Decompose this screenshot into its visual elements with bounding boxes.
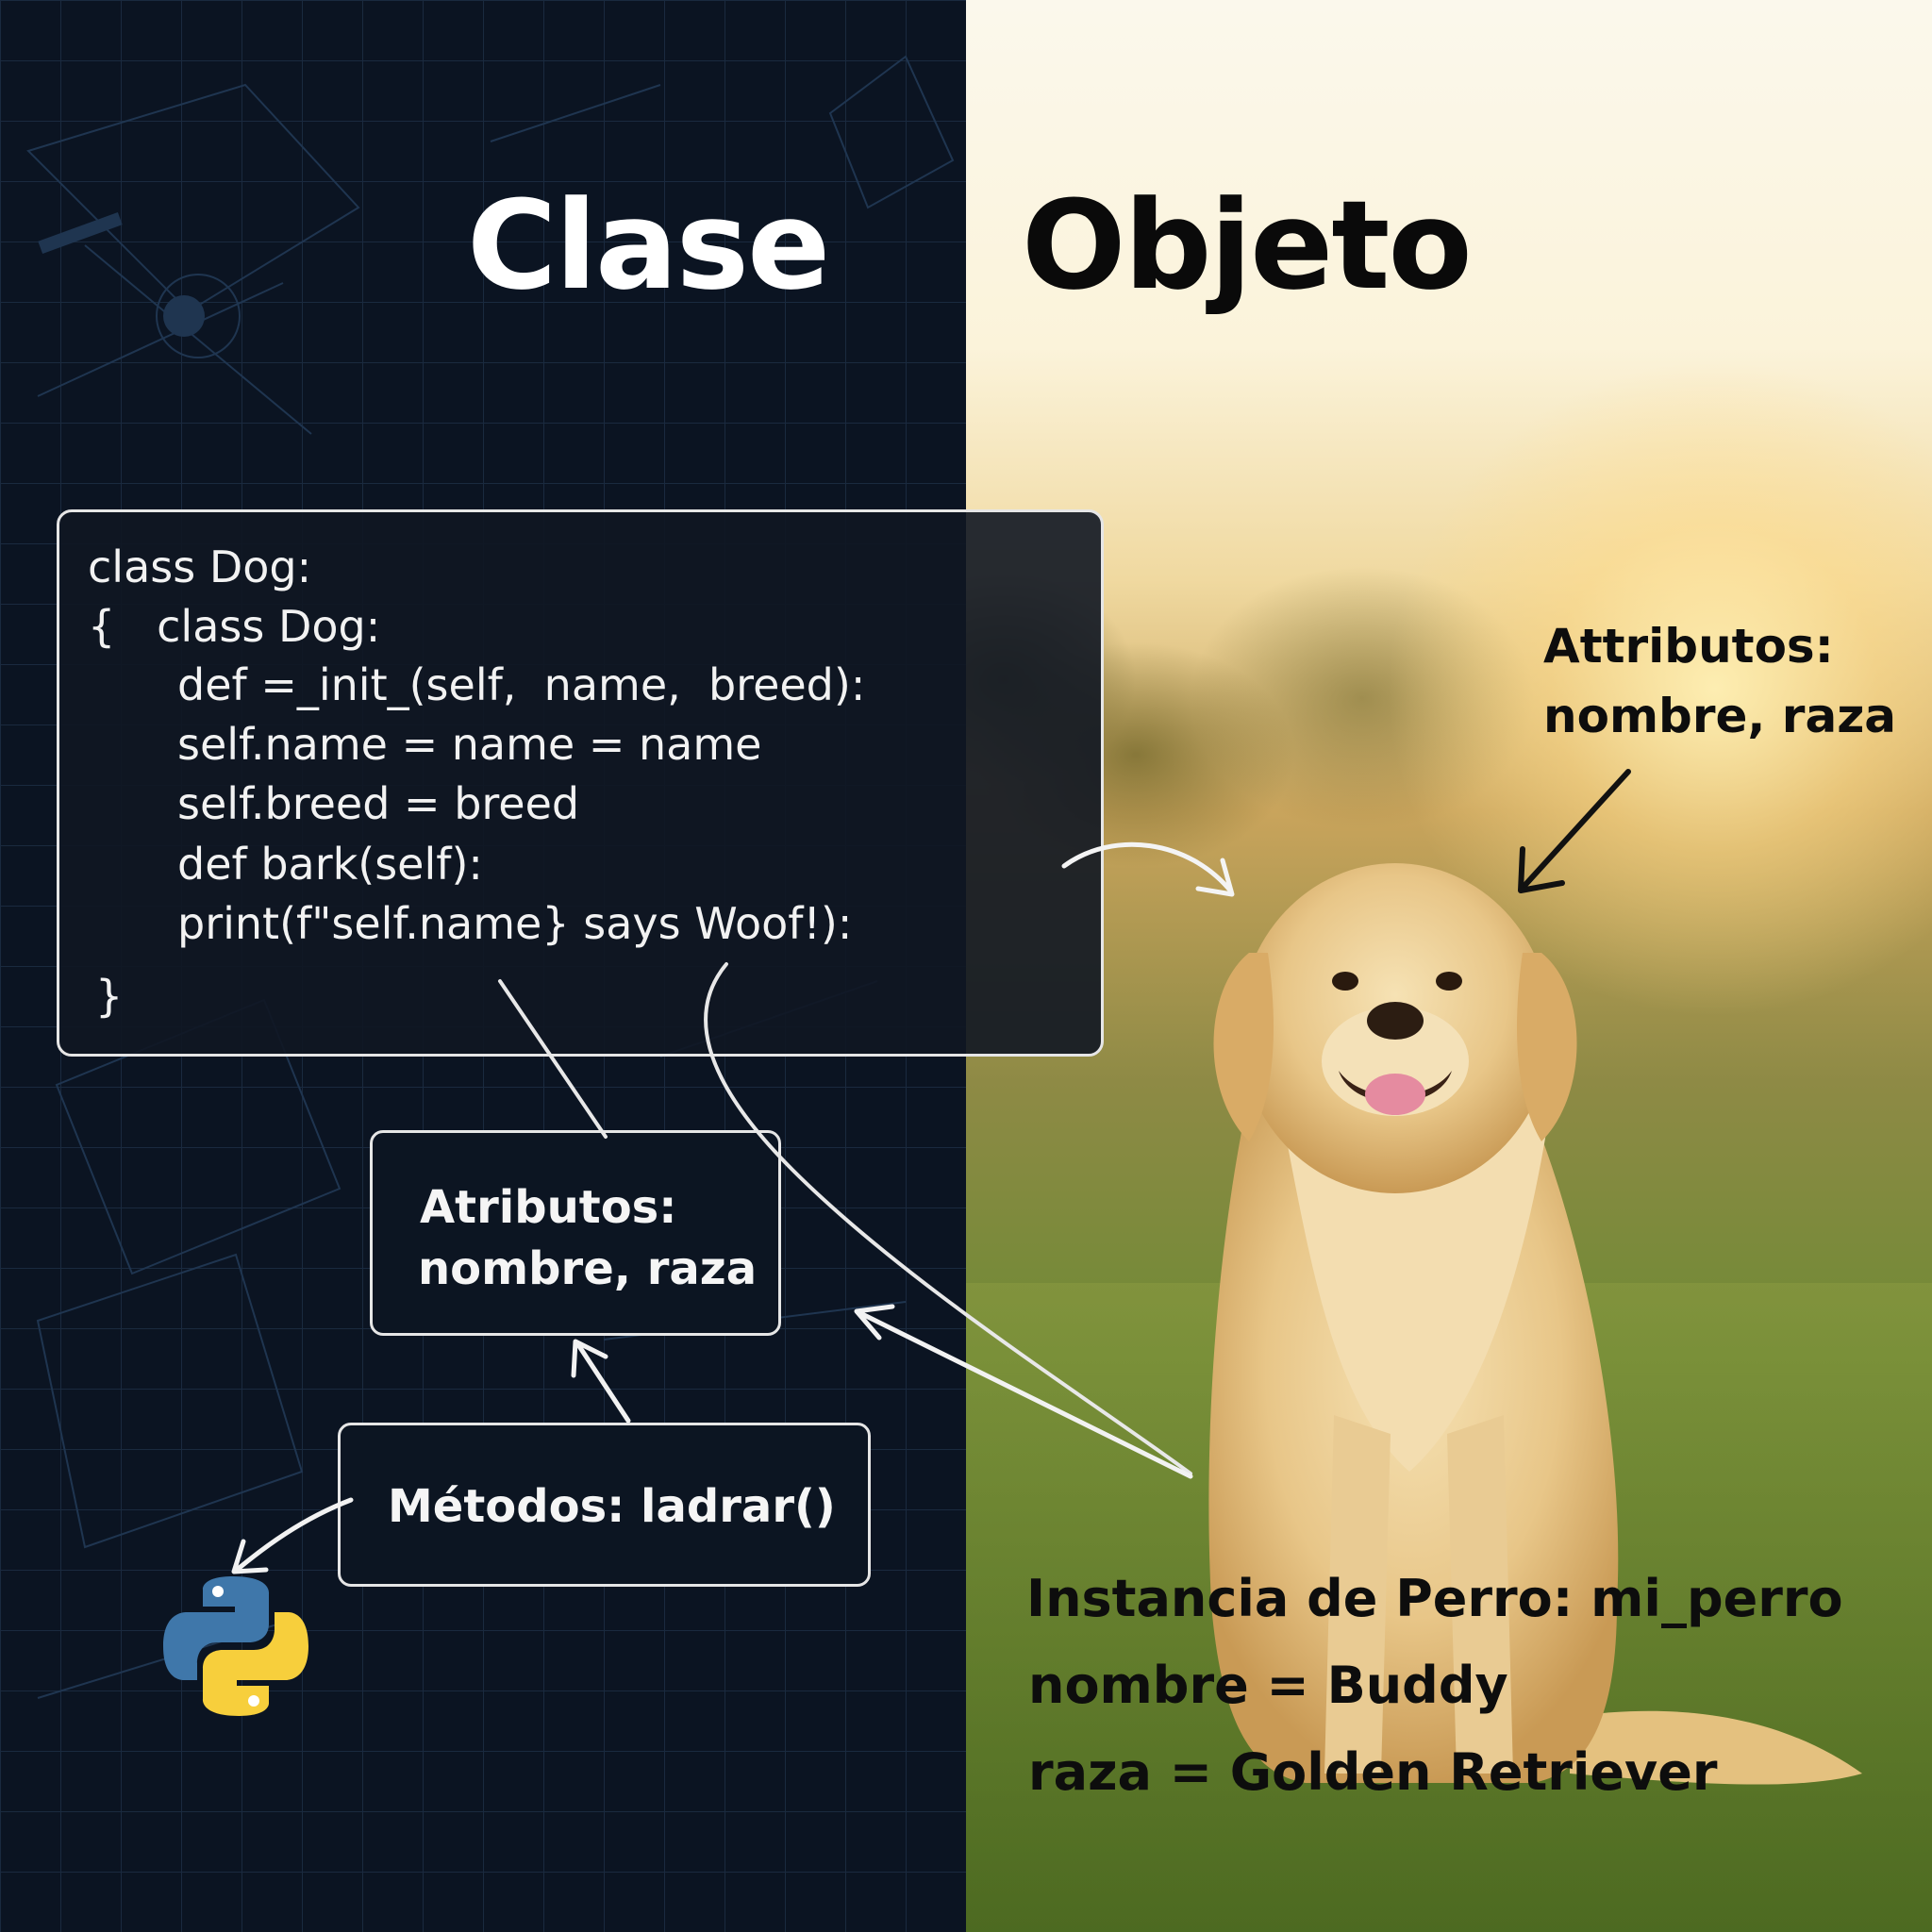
arrow-methods-to-python: [233, 1497, 354, 1574]
curve-code-to-instance: [704, 962, 1192, 1475]
arrow-code-to-dog: [1061, 841, 1234, 894]
line-code-to-attributes: [498, 979, 608, 1139]
arrow-label-to-dog: [1521, 769, 1631, 890]
arrow-dog-to-attributes: [858, 1310, 1193, 1479]
connector-arrows: [231, 769, 1631, 1574]
